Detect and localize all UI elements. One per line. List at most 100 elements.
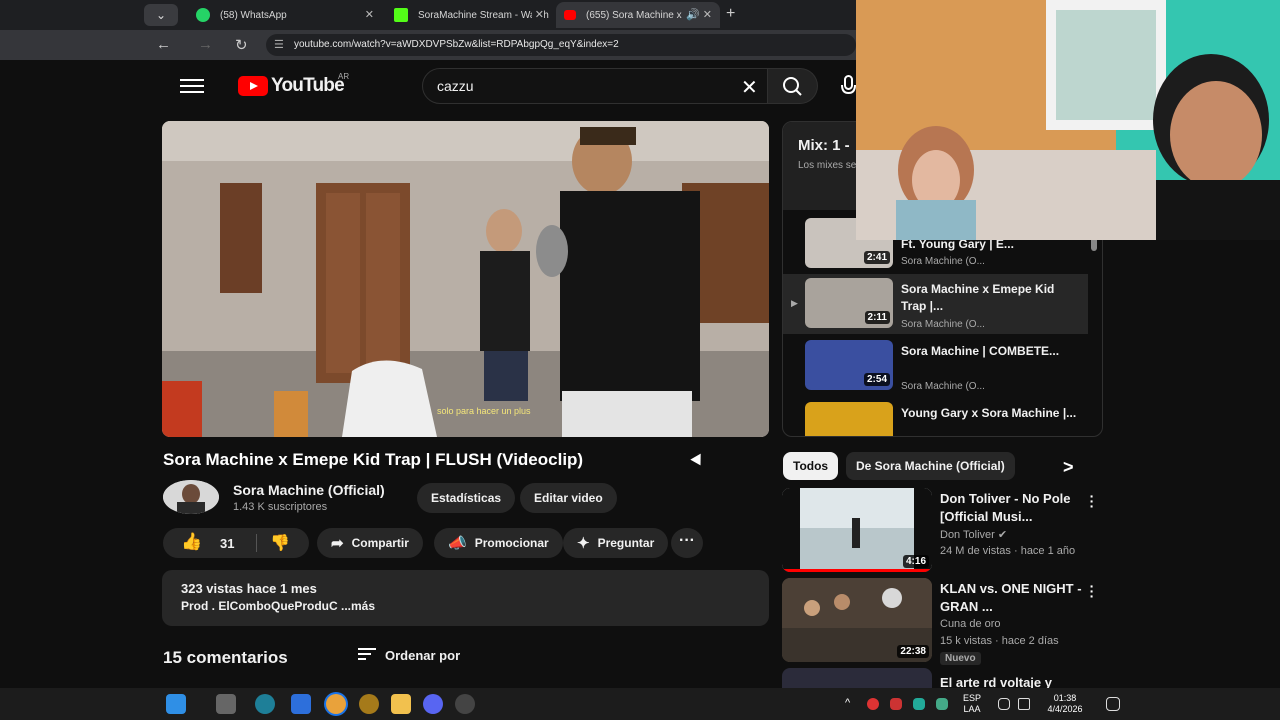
recommended-title: KLAN vs. ONE NIGHT - GRAN ... <box>940 581 1082 614</box>
promote-label: Promocionar <box>474 536 549 550</box>
discord-icon[interactable] <box>423 694 443 714</box>
playlist-item-channel: Sora Machine (O... <box>901 381 985 392</box>
channel-avatar[interactable] <box>163 480 219 514</box>
whatsapp-icon <box>196 8 210 22</box>
like-count[interactable]: 31 <box>220 536 234 551</box>
channel-name[interactable]: Sora Machine (Official) <box>233 482 385 498</box>
recommended-video[interactable]: 4:16 Don Toliver - No Pole [Official Mus… <box>782 488 1112 574</box>
site-info-icon[interactable]: ☰ <box>274 34 284 56</box>
close-icon[interactable]: ✕ <box>531 8 544 21</box>
playlist-thumbnail <box>805 402 893 436</box>
region-code: AR <box>338 72 350 81</box>
tray-chevron-icon[interactable]: ^ <box>845 698 850 709</box>
clear-search-icon[interactable]: ✕ <box>741 75 758 100</box>
share-button[interactable]: ➦ Compartir <box>317 528 423 558</box>
task-view-icon[interactable] <box>216 694 236 714</box>
windows-start-icon[interactable] <box>166 694 186 714</box>
tray-app-icon[interactable] <box>890 698 902 710</box>
close-icon[interactable]: 🔊 ✕ <box>683 8 712 21</box>
sort-icon <box>358 648 376 663</box>
playlist-item-title: Sora Machine x Emepe Kid Trap |... <box>901 282 1055 313</box>
search-query: cazzu <box>437 78 474 94</box>
folder-icon[interactable] <box>391 694 411 714</box>
tab-youtube-active[interactable]: (655) Sora Machine x Emep 🔊 ✕ <box>556 2 720 28</box>
playlist-item-title: Young Gary x Sora Machine |... <box>901 406 1077 420</box>
recommended-meta: 24 M de vistas · hace 1 año <box>940 545 1076 557</box>
youtube-logo[interactable]: YouTube AR <box>238 72 349 96</box>
recommended-title: El arte rd voltaje y <box>940 675 1052 688</box>
ask-button[interactable]: ✦ Preguntar <box>563 528 669 558</box>
dislike-icon[interactable]: 👎 <box>270 533 290 553</box>
edit-video-button[interactable]: Editar video <box>520 483 617 513</box>
watch-progress-bar <box>782 569 932 572</box>
app-icon[interactable] <box>359 694 379 714</box>
more-options-icon[interactable]: · · · <box>1088 489 1096 513</box>
playlist-item-channel: Sora Machine (O... <box>901 319 985 330</box>
sparkle-icon: ✦ <box>577 535 590 552</box>
chip-all[interactable]: Todos <box>783 452 839 480</box>
tab-search-button[interactable]: ⌄ <box>144 4 178 26</box>
chip-from-channel[interactable]: De Sora Machine (Official) <box>846 452 1015 480</box>
volume-icon[interactable] <box>1018 698 1030 710</box>
tray-app-icon[interactable] <box>867 698 879 710</box>
playlist-item-title: Sora Machine | COMBETE... <box>901 344 1060 358</box>
ask-label: Preguntar <box>597 536 655 550</box>
tab-whatsapp[interactable]: (58) WhatsApp ✕ <box>188 2 382 28</box>
microphone-icon[interactable] <box>936 698 948 710</box>
webcam-overlay <box>856 0 1280 240</box>
close-icon[interactable]: ✕ <box>365 8 374 21</box>
youtube-icon <box>564 10 576 20</box>
playlist-item[interactable]: 2:54 Sora Machine | COMBETE... Sora Mach… <box>783 336 1088 396</box>
video-thumbnail <box>782 668 932 688</box>
more-options-icon[interactable]: · · · <box>1088 579 1096 603</box>
lang-layout: LAA <box>963 704 981 714</box>
url-field[interactable]: ☰ youtube.com/watch?v=aWDXDVPSbZw&list=R… <box>266 34 856 56</box>
forward-icon[interactable]: → <box>198 36 213 53</box>
video-player[interactable] <box>162 121 769 437</box>
edge-icon[interactable] <box>255 694 275 714</box>
more-actions-icon[interactable]: ··· <box>671 528 703 558</box>
recommended-video[interactable]: El arte rd voltaje y <box>782 668 1112 688</box>
like-dislike-group: 👍 31 👎 <box>163 528 309 558</box>
recommended-video[interactable]: 22:38 KLAN vs. ONE NIGHT - GRAN ... Cuna… <box>782 578 1112 665</box>
mouse-cursor <box>690 453 706 469</box>
chevron-right-icon[interactable]: > <box>1063 457 1074 478</box>
clock-time: 01:38 <box>1053 693 1077 703</box>
video-caption: solo para hacer un plus <box>437 406 531 416</box>
youtube-play-icon <box>238 76 268 96</box>
description-box[interactable]: 323 vistas hace 1 mes Prod . ElComboQueP… <box>162 570 769 626</box>
menu-icon[interactable] <box>180 79 204 93</box>
logo-text: YouTube <box>271 75 345 96</box>
reload-icon[interactable]: ↻ <box>235 36 248 54</box>
playlist-thumbnail: 2:11 <box>805 278 893 328</box>
promote-button[interactable]: 📣 Promocionar <box>434 528 563 558</box>
voice-search-icon[interactable] <box>838 72 858 100</box>
sort-comments-button[interactable]: Ordenar por <box>358 648 460 663</box>
description-snippet: Prod . ElComboQueProduC ...más <box>181 599 376 613</box>
playlist-item-channel: Sora Machine (O... <box>901 256 985 267</box>
language-indicator[interactable]: ESP LAA <box>960 693 984 715</box>
playlist-item-active[interactable]: ▶ 2:11 Sora Machine x Emepe Kid Trap |..… <box>783 274 1088 334</box>
stats-button[interactable]: Estadísticas <box>417 483 516 513</box>
playlist-item[interactable]: Young Gary x Sora Machine |... <box>783 398 1088 436</box>
tray-app-icon[interactable] <box>913 698 925 710</box>
obs-icon[interactable] <box>455 694 475 714</box>
search-button[interactable] <box>768 68 818 104</box>
lang-code: ESP <box>962 693 981 703</box>
clock[interactable]: 01:38 4/4/2026 <box>1040 693 1090 715</box>
chrome-icon[interactable] <box>326 694 346 714</box>
back-icon[interactable]: ← <box>156 36 171 53</box>
stats-label: Estadísticas <box>431 491 502 505</box>
like-icon[interactable]: 👍 <box>181 532 202 552</box>
duration: 2:11 <box>864 311 890 324</box>
tab-kick-stream[interactable]: SoraMachine Stream - Watch Li ✕ <box>386 2 552 28</box>
new-tab-button[interactable]: + <box>726 5 735 23</box>
store-icon[interactable] <box>291 694 311 714</box>
views-date: 323 vistas hace 1 mes <box>181 581 317 596</box>
display-icon[interactable] <box>998 698 1010 710</box>
search-input[interactable]: cazzu ✕ <box>422 68 768 104</box>
megaphone-icon: 📣 <box>448 535 467 552</box>
clock-date: 4/4/2026 <box>1047 704 1083 714</box>
mix-subtitle: Los mixes se <box>798 160 857 171</box>
notifications-icon[interactable] <box>1106 697 1120 711</box>
